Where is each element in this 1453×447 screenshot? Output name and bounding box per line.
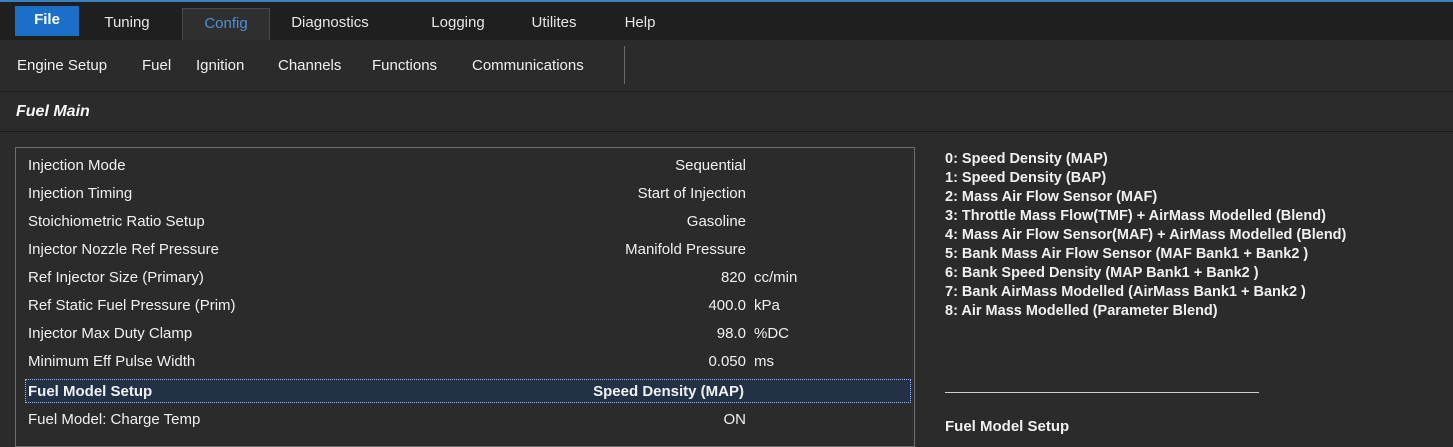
param-value[interactable]: 820 [721, 266, 746, 290]
help-heading: Fuel Model Setup [945, 418, 1070, 435]
section-header: Fuel Main [0, 92, 1453, 132]
param-unit: cc/min [754, 269, 798, 286]
param-label: Injection Timing [28, 185, 133, 202]
submenu-functions[interactable]: Functions [372, 56, 437, 76]
param-row-max-duty-clamp[interactable]: Injector Max Duty Clamp 98.0 %DC [26, 322, 912, 346]
param-value[interactable]: Gasoline [687, 210, 746, 234]
param-value[interactable]: 400.0 [708, 294, 746, 318]
help-options-list: 0: Speed Density (MAP) 1: Speed Density … [945, 150, 1445, 321]
param-label: Stoichiometric Ratio Setup [28, 213, 205, 230]
param-value[interactable]: Sequential [675, 154, 746, 178]
menu-help[interactable]: Help [612, 8, 668, 40]
param-label: Injector Max Duty Clamp [28, 325, 193, 342]
param-unit: ms [754, 353, 774, 370]
param-row-injection-mode[interactable]: Injection Mode Sequential [26, 154, 912, 178]
param-row-fuel-model-setup[interactable]: Fuel Model Setup Speed Density (MAP) [25, 379, 911, 403]
param-value[interactable]: 0.050 [708, 350, 746, 374]
help-divider [945, 392, 1259, 393]
menu-config[interactable]: Config [182, 8, 270, 40]
help-option: 1: Speed Density (BAP) [945, 170, 1107, 186]
param-row-charge-temp[interactable]: Fuel Model: Charge Temp ON [26, 408, 912, 432]
param-label: Ref Injector Size (Primary) [28, 269, 204, 286]
param-label: Minimum Eff Pulse Width [28, 353, 196, 370]
submenu-engine-setup[interactable]: Engine Setup [17, 56, 107, 76]
submenu-fuel[interactable]: Fuel [142, 56, 171, 76]
param-value[interactable]: 98.0 [717, 322, 746, 346]
submenu-communications[interactable]: Communications [472, 56, 584, 76]
help-option: 3: Throttle Mass Flow(TMF) + AirMass Mod… [945, 208, 1326, 224]
menu-diagnostics[interactable]: Diagnostics [274, 8, 386, 40]
page-title: Fuel Main [16, 103, 90, 120]
param-row-nozzle-ref-pressure[interactable]: Injector Nozzle Ref Pressure Manifold Pr… [26, 238, 912, 262]
config-submenu-bar: Engine Setup Fuel Ignition Channels Func… [0, 40, 1453, 92]
param-label: Ref Static Fuel Pressure (Prim) [28, 297, 236, 314]
param-value[interactable]: Manifold Pressure [625, 238, 746, 262]
param-row-injection-timing[interactable]: Injection Timing Start of Injection [26, 182, 912, 206]
param-label: Injection Mode [28, 157, 126, 174]
help-option: 8: Air Mass Modelled (Parameter Blend) [945, 303, 1218, 319]
param-value[interactable]: Start of Injection [638, 182, 746, 206]
help-option: 7: Bank AirMass Modelled (AirMass Bank1 … [945, 284, 1306, 300]
submenu-channels[interactable]: Channels [278, 56, 341, 76]
submenu-ignition[interactable]: Ignition [196, 56, 244, 76]
help-option: 2: Mass Air Flow Sensor (MAF) [945, 189, 1158, 205]
param-unit: %DC [754, 325, 790, 342]
menu-bar: File Tuning Config Diagnostics Logging U… [0, 0, 1453, 40]
help-option: 5: Bank Mass Air Flow Sensor (MAF Bank1 … [945, 246, 1309, 262]
param-label: Fuel Model: Charge Temp [28, 411, 201, 428]
param-label: Injector Nozzle Ref Pressure [28, 241, 219, 258]
menu-tuning[interactable]: Tuning [86, 8, 168, 40]
help-option: 0: Speed Density (MAP) [945, 151, 1108, 167]
menu-utilites[interactable]: Utilites [514, 8, 594, 40]
submenu-divider [624, 46, 625, 84]
menu-file[interactable]: File [15, 6, 79, 36]
param-label: Fuel Model Setup [28, 383, 153, 400]
param-row-stoich-ratio[interactable]: Stoichiometric Ratio Setup Gasoline [26, 210, 912, 234]
help-option: 6: Bank Speed Density (MAP Bank1 + Bank2… [945, 265, 1259, 281]
param-value[interactable]: ON [724, 408, 747, 432]
param-row-min-eff-pulse-width[interactable]: Minimum Eff Pulse Width 0.050 ms [26, 350, 912, 374]
help-option: 4: Mass Air Flow Sensor(MAF) + AirMass M… [945, 227, 1347, 243]
parameter-grid[interactable]: Injection Mode Sequential Injection Timi… [15, 147, 915, 447]
param-unit: kPa [754, 297, 780, 314]
param-row-ref-injector-size[interactable]: Ref Injector Size (Primary) 820 cc/min [26, 266, 912, 290]
param-row-ref-static-fuel-pressure[interactable]: Ref Static Fuel Pressure (Prim) 400.0 kP… [26, 294, 912, 318]
menu-logging[interactable]: Logging [410, 8, 506, 40]
param-value[interactable]: Speed Density (MAP) [593, 380, 744, 404]
